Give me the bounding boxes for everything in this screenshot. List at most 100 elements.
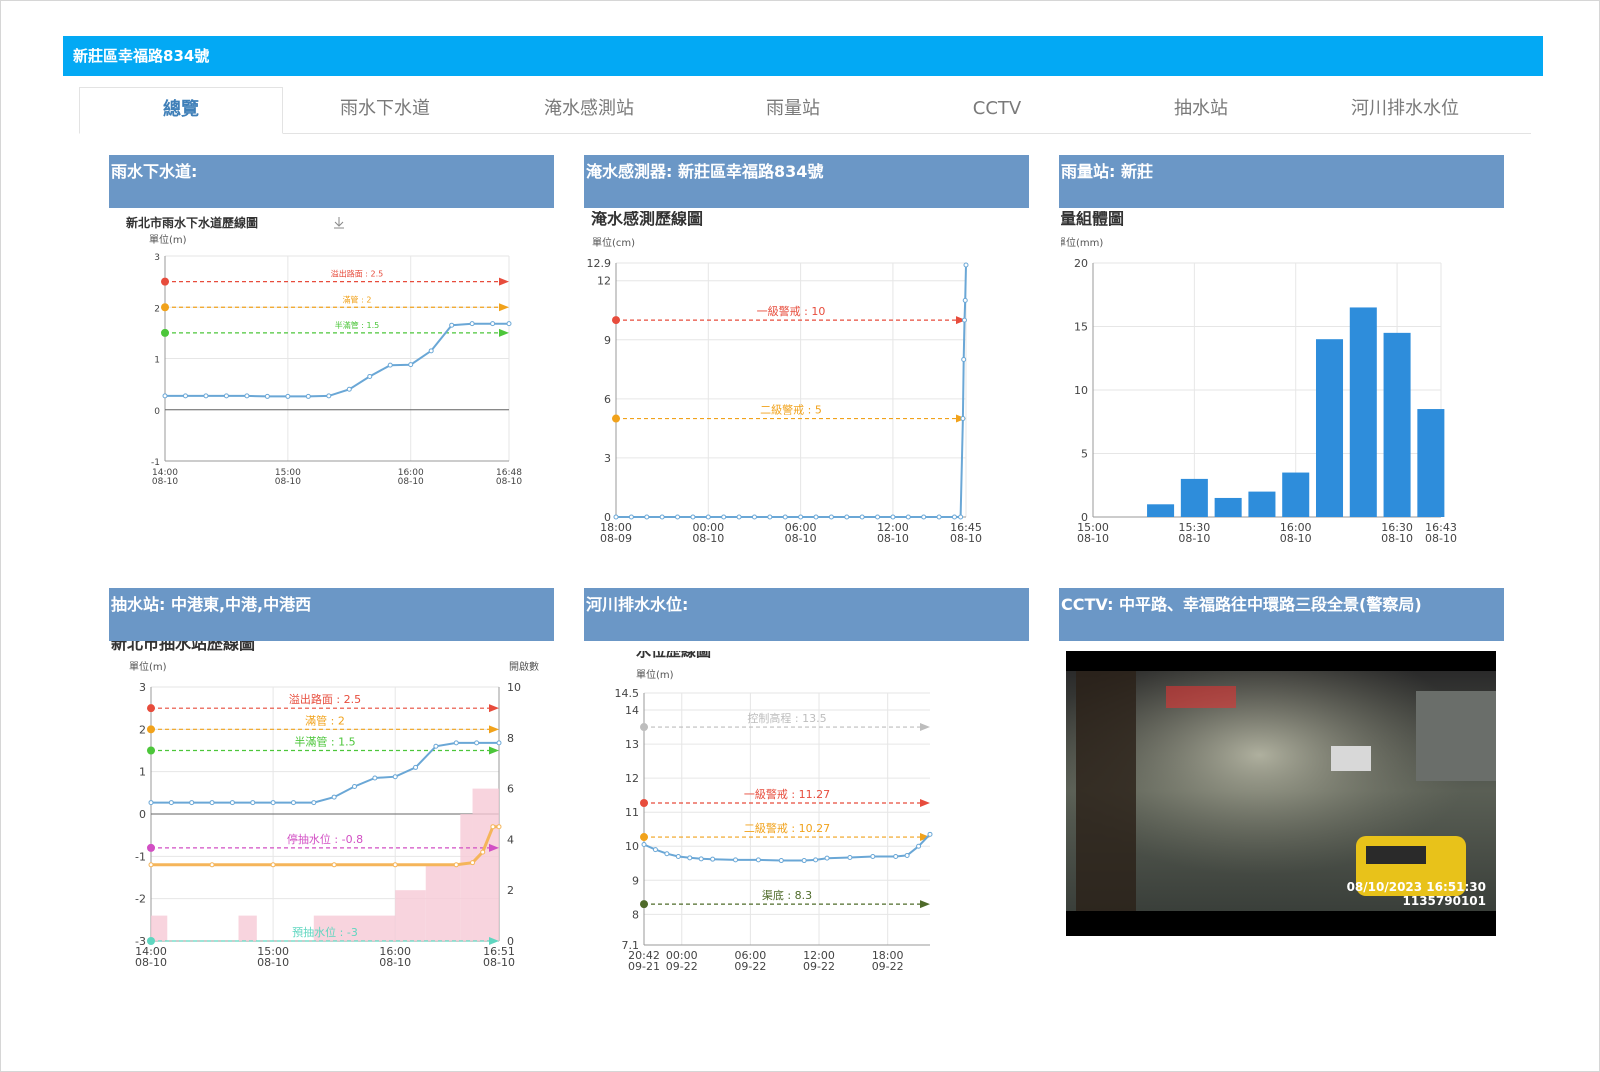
- flood-ytick-label: 12.9: [587, 257, 612, 270]
- pump-threshold-dot: [147, 704, 155, 713]
- flood-xtick-date: 08-10: [785, 532, 817, 545]
- rain-ytick-label: 15: [1074, 321, 1088, 334]
- pump-panel-header: 抽水站: 中港東,中港,中港西: [109, 588, 554, 641]
- flood-series-point: [961, 356, 967, 362]
- pump-series-point: [474, 740, 480, 746]
- rain-chart-title: 雨量組體圖: [1061, 211, 1124, 228]
- rain-bar: [1349, 307, 1377, 517]
- river-series-point: [675, 853, 681, 859]
- flood-xtick-date: 08-10: [692, 532, 724, 545]
- sewer-series-point: [469, 321, 475, 327]
- sewer-ytick-label: 0: [154, 407, 160, 417]
- pump-open-count-bar: [425, 864, 461, 941]
- river-series-line: [643, 833, 931, 862]
- river-series-point: [904, 852, 910, 858]
- river-ytick-label: 11: [625, 806, 639, 819]
- rain-ytick-label: 10: [1074, 384, 1088, 397]
- tab-overview[interactable]: 總覽: [79, 87, 283, 134]
- pump-threshold-label: 停抽水位 : -0.8: [287, 832, 363, 846]
- pump-ytick-label: 2: [139, 723, 146, 736]
- pump-ytick-label: 3: [139, 681, 146, 694]
- river-threshold-arrow: [920, 798, 930, 807]
- river-threshold-dot: [640, 723, 648, 732]
- pump-series-point: [392, 774, 398, 780]
- tab-rain-gauge[interactable]: 雨量站: [691, 87, 895, 133]
- flood-series-point: [613, 514, 619, 520]
- pump-threshold-dot: [147, 725, 155, 734]
- pump-ytick-label: 0: [139, 808, 146, 821]
- pump-xtick-date: 08-10: [483, 956, 515, 969]
- tab-storm-sewer[interactable]: 雨水下水道: [283, 87, 487, 133]
- sewer-series-point: [387, 362, 393, 368]
- pump-series-point: [311, 800, 317, 806]
- river-threshold-dot: [640, 833, 648, 842]
- river-panel-header: 河川排水水位:: [584, 588, 1029, 641]
- flood-series-point: [690, 514, 696, 520]
- pump-xtick-date: 08-10: [379, 956, 411, 969]
- river-xtick-date: 09-21: [628, 960, 660, 973]
- tab-cctv[interactable]: CCTV: [895, 87, 1099, 133]
- pump-series-point: [270, 862, 276, 868]
- rain-bar: [1147, 504, 1175, 517]
- sewer-series-point: [428, 348, 434, 354]
- pump-y2tick-label: 0: [507, 935, 514, 948]
- flood-ytick-label: 9: [604, 334, 611, 347]
- pump-xtick-date: 08-10: [135, 956, 167, 969]
- pump-series-point: [352, 783, 358, 789]
- pump-series-point: [453, 862, 459, 868]
- pump-open-count-bar: [472, 788, 499, 941]
- river-ytick-label: 9: [632, 874, 639, 887]
- tab-pump-station[interactable]: 抽水站: [1099, 87, 1303, 133]
- sewer-series-point: [223, 393, 229, 399]
- river-ytick-label: 14: [625, 704, 639, 717]
- flood-series-point: [905, 514, 911, 520]
- river-xtick-date: 09-22: [803, 960, 835, 973]
- pump-chart: 新北市抽水站歷線圖單位(m) 開啟數-3-2-1012314:0008-1015:…: [111, 641, 539, 969]
- flood-series-point: [921, 514, 927, 520]
- sewer-xtick-date: 08-10: [275, 477, 301, 487]
- flood-series-point: [961, 317, 967, 323]
- flood-series-point: [962, 297, 968, 303]
- rain-xtick-date: 08-10: [1077, 532, 1109, 545]
- flood-series-point: [675, 514, 681, 520]
- pump-series-point: [270, 800, 276, 806]
- sewer-xtick-date: 08-10: [152, 477, 178, 487]
- tab-flood-sensor[interactable]: 淹水感測站: [487, 87, 691, 133]
- river-series-point: [710, 856, 716, 862]
- flood-series-point: [936, 514, 942, 520]
- rain-unit-label: 單位(mm): [1061, 236, 1103, 249]
- sewer-series-point: [449, 322, 455, 328]
- page-frame: 新莊區幸福路834號 總覽 雨水下水道 淹水感測站 雨量站 CCTV 抽水站 河…: [0, 0, 1600, 1072]
- flood-chart: 淹水感測歷線圖單位(cm)03691212.918:0008-0900:0008…: [587, 211, 982, 545]
- cctv-snapshot[interactable]: 08/10/2023 16:51:30 1135790101: [1066, 651, 1496, 936]
- pump-ytick-label: 1: [139, 766, 146, 779]
- sewer-series-point: [367, 373, 373, 379]
- sewer-ytick-label: 1: [154, 356, 160, 366]
- river-series-point: [927, 831, 933, 837]
- pump-series-point: [168, 800, 174, 806]
- cctv-camera-id: 1135790101: [1403, 894, 1487, 908]
- river-chart-title: 水位歷線圖: [636, 651, 711, 660]
- river-unit-label: 單位(m): [636, 668, 674, 681]
- flood-series-point: [659, 514, 665, 520]
- pump-xtick-date: 08-10: [257, 956, 289, 969]
- river-threshold-arrow: [920, 900, 930, 909]
- rain-bar: [1180, 478, 1208, 517]
- pump-series-point: [453, 740, 459, 746]
- pump-ytick-label: -2: [135, 893, 146, 906]
- pump-series-point: [189, 800, 195, 806]
- flood-series-point: [963, 262, 969, 268]
- flood-series-point: [628, 514, 634, 520]
- river-ytick-label: 12: [625, 772, 639, 785]
- tab-river-level[interactable]: 河川排水水位: [1303, 87, 1507, 133]
- sewer-series-point: [305, 393, 311, 399]
- sewer-unit-label: 單位(m): [149, 233, 187, 246]
- pump-y2tick-label: 4: [507, 833, 514, 846]
- river-series-point: [687, 855, 693, 861]
- sewer-series-point: [203, 393, 209, 399]
- sewer-series-point: [285, 393, 291, 399]
- flood-panel-header: 淹水感測器: 新莊區幸福路834號: [584, 155, 1029, 208]
- sewer-threshold-dot: [161, 328, 169, 337]
- pump-series-line: [151, 741, 499, 804]
- flood-threshold-dot: [612, 414, 620, 423]
